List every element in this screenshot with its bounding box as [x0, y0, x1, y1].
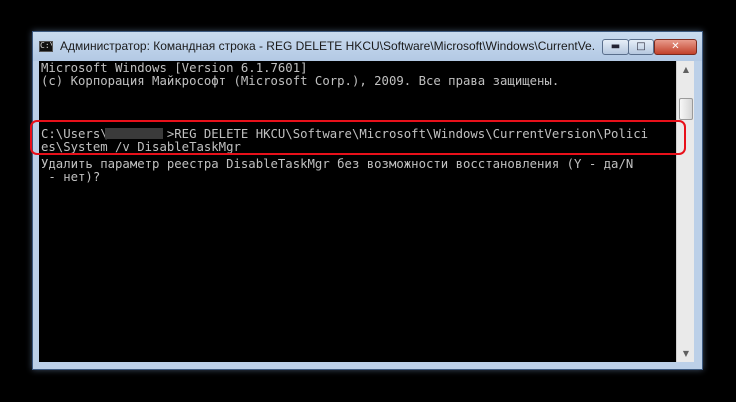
scroll-down-icon[interactable]: ▼ — [678, 345, 694, 362]
minimize-icon: ▬ — [610, 41, 621, 52]
scroll-up-icon[interactable]: ▲ — [678, 61, 694, 78]
redacted-username — [105, 128, 163, 139]
maximize-button[interactable]: □ — [628, 39, 654, 55]
vertical-scrollbar[interactable]: ▲ ▼ — [676, 61, 694, 362]
command-prompt-window: C:\ Администратор: Командная строка - RE… — [32, 31, 703, 370]
console-output[interactable]: Microsoft Windows [Version 6.1.7601] (c)… — [39, 61, 676, 362]
console-line: - нет)? — [41, 170, 101, 184]
title-bar[interactable]: C:\ Администратор: Командная строка - RE… — [33, 32, 702, 61]
console-icon: C:\ — [39, 41, 53, 52]
close-icon: ✕ — [671, 41, 680, 52]
console-line: (c) Корпорация Майкрософт (Microsoft Cor… — [41, 74, 560, 88]
console-line: es\System /v DisableTaskMgr — [41, 140, 241, 154]
minimize-button[interactable]: ▬ — [602, 39, 629, 55]
maximize-icon: □ — [636, 41, 646, 52]
scroll-thumb[interactable] — [679, 98, 693, 120]
window-title: Администратор: Командная строка - REG DE… — [60, 39, 595, 53]
close-button[interactable]: ✕ — [654, 39, 697, 55]
console-line: Удалить параметр реестра DisableTaskMgr … — [41, 157, 634, 171]
